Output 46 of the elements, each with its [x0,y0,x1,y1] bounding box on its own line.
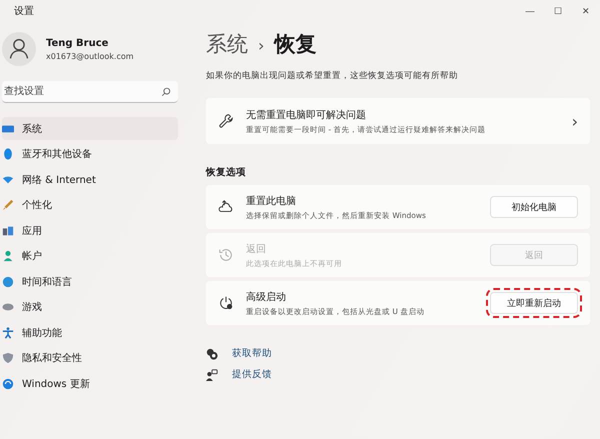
page-title: 恢复 [274,31,316,58]
wifi-icon [2,174,14,186]
option-title: 高级启动 [246,290,287,304]
card-title: 无需重置电脑即可解决问题 [246,108,367,122]
accessibility-icon [2,326,14,338]
breadcrumb-link[interactable]: 系统 [206,30,248,58]
sidebar-item[interactable]: 个性化 [2,194,178,216]
help-link[interactable]: 提供反馈 [232,368,272,381]
sidebar-item[interactable]: 网络 & Internet [2,168,178,191]
sidebar-item[interactable]: 帐户 [2,244,178,268]
sidebar-item[interactable]: 游戏 [2,296,178,318]
update-icon [2,378,14,390]
wrench-icon [218,113,234,129]
option-title: 重置此电脑 [246,194,297,208]
avatar-icon [2,32,36,66]
help-link[interactable]: 获取帮助 [232,347,272,360]
section-title: 恢复选项 [206,166,247,179]
search-icon [161,87,171,97]
pencil-icon [2,199,14,211]
person-icon [2,250,14,262]
monitor-icon [2,122,14,134]
page-description: 如果你的电脑出现问题或希望重置，这些恢复选项可能有所帮助 [206,70,459,82]
window-control-button[interactable]: ✕ [572,0,600,22]
cloud-reset-icon [218,199,234,215]
sidebar-item[interactable]: 隐私和安全性 [2,346,178,370]
breadcrumb-separator: › [258,36,264,55]
feedback-person-icon [206,368,218,380]
chevron-icon: › [572,112,578,130]
option-button[interactable]: 初始化电脑 [490,196,578,218]
sidebar-item[interactable]: 时间和语言 [2,270,178,293]
shield-icon [2,352,14,364]
window-control-button[interactable]: ☐ [544,0,572,22]
sidebar-item[interactable]: Windows 更新 [2,372,178,395]
sidebar-item[interactable]: 系统 [2,117,178,140]
sidebar-item[interactable]: 辅助功能 [2,321,178,344]
search-field[interactable]: 查找设置 [2,81,178,103]
sidebar-item[interactable]: 应用 [2,219,178,242]
apps-icon [2,224,14,236]
option-title: 返回 [246,242,267,256]
sidebar-item[interactable]: 蓝牙和其他设备 [2,142,178,166]
user-email: x01673@outlook.com [46,52,134,60]
window-title: 设置 [14,4,34,18]
user-name: Teng Bruce [46,38,110,48]
window-control-button[interactable]: — [516,0,544,22]
power-gear-icon [218,295,234,311]
history-icon [218,247,234,263]
